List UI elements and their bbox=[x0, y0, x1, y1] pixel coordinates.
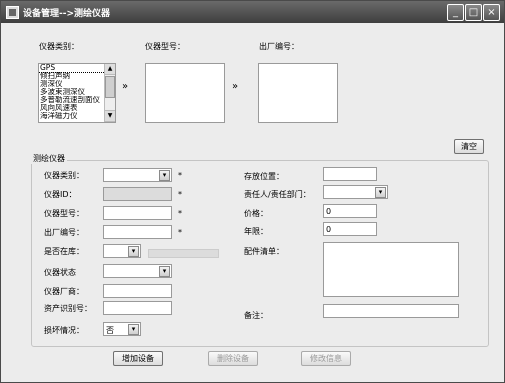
serial-list-label: 出厂编号： bbox=[259, 42, 299, 51]
scroll-up-icon[interactable]: ▲ bbox=[105, 64, 115, 75]
window-title: 设备管理-->测绘仪器 bbox=[23, 9, 111, 19]
price-field[interactable]: 0 bbox=[323, 204, 377, 218]
damage-value: 否 bbox=[106, 326, 114, 335]
add-device-button[interactable]: 增加设备 bbox=[113, 351, 163, 366]
chevron-down-icon[interactable]: ▾ bbox=[375, 187, 386, 198]
instrument-id-field[interactable] bbox=[103, 187, 172, 201]
responsible-select[interactable]: ▾ bbox=[323, 185, 388, 199]
category-label: 仪器类别： bbox=[44, 171, 84, 180]
in-stock-select[interactable]: ▾ bbox=[103, 244, 141, 258]
scroll-down-icon[interactable]: ▼ bbox=[105, 110, 115, 122]
years-value: 0 bbox=[326, 225, 332, 234]
location-field[interactable] bbox=[323, 167, 377, 181]
minimize-button[interactable]: _ bbox=[447, 4, 464, 21]
category-select[interactable]: ▾ bbox=[103, 168, 172, 182]
price-value: 0 bbox=[326, 207, 332, 216]
serial-field[interactable] bbox=[103, 225, 172, 239]
parts-textarea[interactable] bbox=[323, 242, 459, 297]
damage-select[interactable]: 否 ▾ bbox=[103, 322, 141, 336]
damage-label: 损坏情况： bbox=[44, 326, 84, 335]
app-window: 设备管理-->测绘仪器 _ □ × 仪器类别： 仪器型号： 出厂编号： GPS 倾… bbox=[0, 0, 505, 383]
modify-info-button[interactable]: 修改信息 bbox=[301, 351, 351, 366]
asset-id-label: 资产识别号： bbox=[44, 304, 92, 313]
chevron-down-icon[interactable]: ▾ bbox=[159, 266, 170, 277]
manufacturer-field[interactable] bbox=[103, 284, 172, 298]
app-icon bbox=[6, 6, 19, 19]
remarks-label: 备注： bbox=[244, 311, 268, 320]
in-stock-label: 是否在库： bbox=[44, 247, 84, 256]
in-stock-info-field bbox=[148, 249, 219, 258]
listbox-scrollbar[interactable]: ▲ ▼ bbox=[104, 64, 115, 122]
chevron-down-icon[interactable]: ▾ bbox=[159, 170, 170, 181]
asset-id-field[interactable] bbox=[103, 301, 172, 315]
scroll-thumb[interactable] bbox=[105, 76, 115, 98]
status-label: 仪器状态 bbox=[44, 268, 76, 277]
years-label: 年限： bbox=[244, 227, 268, 236]
instrument-id-label: 仪器ID： bbox=[44, 190, 77, 199]
category-list-label: 仪器类别： bbox=[39, 42, 79, 51]
serial-label: 出厂编号： bbox=[44, 228, 84, 237]
required-mark: * bbox=[178, 209, 182, 218]
parts-label: 配件清单： bbox=[244, 247, 284, 256]
price-label: 价格： bbox=[244, 209, 268, 218]
arrow-right-icon: » bbox=[122, 81, 129, 92]
required-mark: * bbox=[178, 190, 182, 199]
delete-device-button[interactable]: 删除设备 bbox=[208, 351, 258, 366]
responsible-label: 责任人/责任部门： bbox=[244, 190, 311, 199]
location-label: 存放位置： bbox=[244, 172, 284, 181]
group-title: 测绘仪器 bbox=[31, 153, 67, 164]
arrow-right-icon: » bbox=[232, 81, 239, 92]
status-select[interactable]: ▾ bbox=[103, 264, 172, 278]
model-field[interactable] bbox=[103, 206, 172, 220]
remarks-field[interactable] bbox=[323, 304, 459, 318]
required-mark: * bbox=[178, 171, 182, 180]
manufacturer-label: 仪器厂商： bbox=[44, 287, 84, 296]
years-field[interactable]: 0 bbox=[323, 222, 377, 236]
model-list-label: 仪器型号： bbox=[145, 42, 185, 51]
chevron-down-icon[interactable]: ▾ bbox=[128, 246, 139, 257]
required-mark: * bbox=[178, 228, 182, 237]
model-listbox[interactable] bbox=[145, 63, 225, 123]
title-bar: 设备管理-->测绘仪器 _ □ × bbox=[1, 1, 504, 23]
clear-button[interactable]: 清空 bbox=[454, 139, 484, 154]
maximize-button[interactable]: □ bbox=[465, 4, 482, 21]
close-button[interactable]: × bbox=[483, 4, 500, 21]
category-listbox[interactable]: GPS 倾扫声纳 测深仪 多波束测深仪 多普勒流速剖面仪 风向风速表 海洋磁力仪 ▲ ▼ bbox=[38, 63, 116, 123]
chevron-down-icon[interactable]: ▾ bbox=[128, 324, 139, 335]
model-label: 仪器型号： bbox=[44, 209, 84, 218]
serial-listbox[interactable] bbox=[258, 63, 338, 123]
